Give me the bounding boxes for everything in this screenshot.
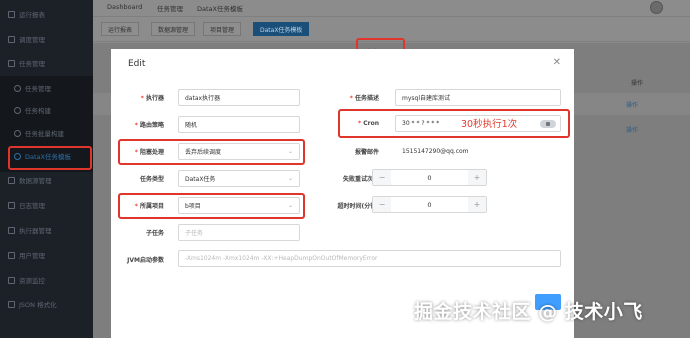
timeout-stepper[interactable]: − 0 + xyxy=(372,196,487,213)
tab-project[interactable]: 项目管理 xyxy=(203,22,242,36)
column-action-header: 操作 xyxy=(631,80,644,87)
clock-icon xyxy=(8,35,15,43)
sidebar-item-task-build[interactable]: 任务构建 xyxy=(0,98,93,122)
breadcrumb-home[interactable]: Dashboard xyxy=(107,3,142,11)
sidebar-item-json-format[interactable]: JSON 格式化 xyxy=(0,292,93,316)
tab-datasource[interactable]: 数据源管理 xyxy=(151,22,196,36)
modal-title: Edit xyxy=(128,59,146,69)
top-header: Dashboard 任务管理 DataX任务模板 xyxy=(93,0,690,16)
plus-icon[interactable]: + xyxy=(468,170,486,185)
jvm-params-label: JVM启动参数 xyxy=(127,257,164,264)
breadcrumb-section[interactable]: 任务管理 xyxy=(157,3,183,13)
annotation-box-cron xyxy=(338,109,570,138)
user-icon xyxy=(8,251,15,259)
timeout-label: 超时时间(分钟) xyxy=(337,203,380,210)
fail-retry-stepper[interactable]: − 0 + xyxy=(372,169,487,186)
sidebar-item-report[interactable]: 运行报表 xyxy=(0,2,93,26)
minus-icon[interactable]: − xyxy=(373,170,391,185)
executor-label: * 执行器 xyxy=(140,95,164,102)
sidebar-item-datasource[interactable]: 数据源管理 xyxy=(0,168,93,192)
tab-datax-template[interactable]: DataX任务模板 xyxy=(253,22,310,36)
watermark: 掘金技术社区 @ 技术小飞 xyxy=(414,301,643,323)
log-icon xyxy=(8,201,15,209)
row-action-link[interactable]: 操作 xyxy=(626,100,638,109)
sidebar-item-scheduler[interactable]: 调度管理 xyxy=(0,27,93,51)
annotation-cron-note: 30秒执行1次 xyxy=(461,119,518,130)
server-icon xyxy=(8,226,15,234)
alarm-email-input[interactable]: 1515147290@qq.com xyxy=(395,143,561,160)
route-strategy-select[interactable]: 随机 xyxy=(178,116,300,133)
plus-icon[interactable]: + xyxy=(468,197,486,212)
alarm-email-label: 报警邮件 xyxy=(354,149,379,156)
sidebar-item-executor[interactable]: 执行器管理 xyxy=(0,218,93,242)
sidebar-item-task-management[interactable]: 任务管理 xyxy=(0,51,93,75)
tab-report[interactable]: 运行报表 xyxy=(101,22,140,36)
avatar[interactable] xyxy=(650,1,663,14)
child-job-select[interactable]: 子任务 xyxy=(178,224,300,241)
sidebar-item-monitor[interactable]: 资源监控 xyxy=(0,268,93,292)
job-desc-label: * 任务描述 xyxy=(349,95,379,102)
breadcrumb-current: DataX任务模板 xyxy=(197,5,243,13)
list-icon xyxy=(14,84,21,92)
child-job-label: 子任务 xyxy=(145,230,164,237)
executor-select[interactable]: datax执行器 xyxy=(178,89,300,106)
annotation-box-sidebar xyxy=(8,146,92,170)
job-desc-input[interactable]: mysql自建库测试 xyxy=(395,89,561,106)
jvm-params-input[interactable]: -Xms1024m -Xmx1024m -XX:+HeapDumpOnOutOf… xyxy=(178,250,561,267)
chart-icon xyxy=(8,10,15,18)
job-type-select[interactable]: DataX任务 ⌄ xyxy=(178,170,300,187)
task-icon xyxy=(8,59,15,67)
chevron-down-icon: ⌄ xyxy=(287,175,293,182)
annotation-box-project xyxy=(118,193,305,219)
database-icon xyxy=(8,176,15,184)
row-action-link[interactable]: 操作 xyxy=(626,125,638,134)
sidebar-item-task-list[interactable]: 任务管理 xyxy=(0,76,93,100)
route-strategy-label: * 路由策略 xyxy=(134,122,164,129)
code-icon xyxy=(8,300,15,308)
close-icon[interactable]: ✕ xyxy=(553,57,561,68)
annotation-box-block-strategy xyxy=(118,139,305,165)
monitor-icon xyxy=(8,276,15,284)
build-icon xyxy=(14,106,21,114)
batch-icon xyxy=(14,129,21,137)
sidebar-item-batch-build[interactable]: 任务批量构建 xyxy=(0,121,93,145)
minus-icon[interactable]: − xyxy=(373,197,391,212)
sidebar-item-users[interactable]: 用户管理 xyxy=(0,243,93,267)
job-type-label: 任务类型 xyxy=(139,176,164,183)
sidebar-item-logs[interactable]: 日志管理 xyxy=(0,193,93,217)
